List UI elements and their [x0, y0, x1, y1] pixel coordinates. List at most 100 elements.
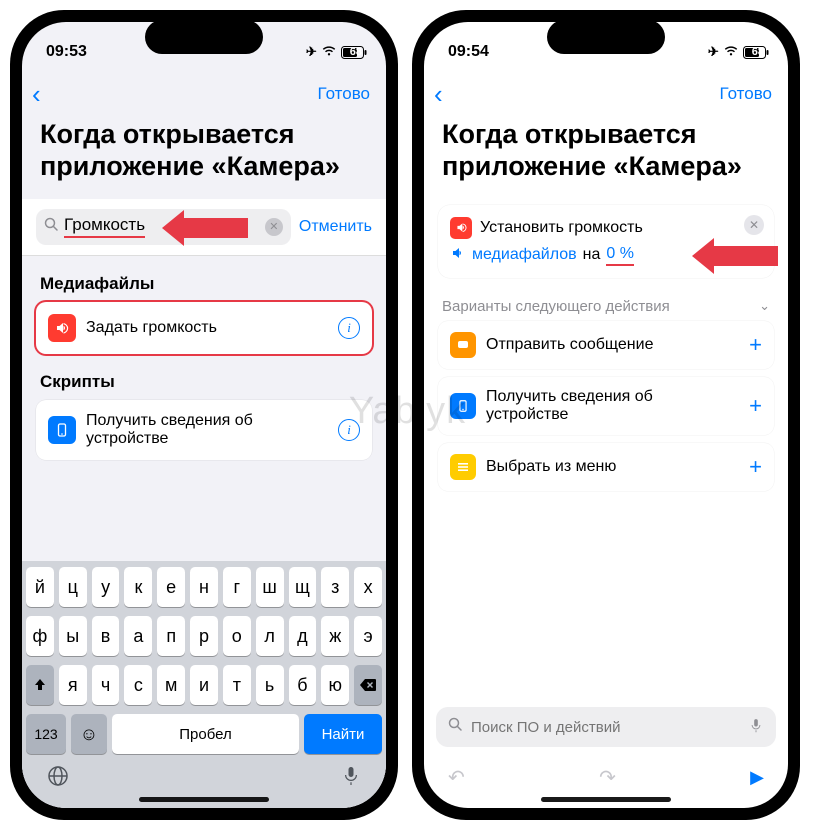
device-icon [48, 416, 76, 444]
key-п[interactable]: п [157, 616, 185, 656]
suggestions-list: Отправить сообщение + Получить сведения … [424, 321, 788, 491]
key-shift[interactable] [26, 665, 54, 705]
key-к[interactable]: к [124, 567, 152, 607]
search-icon [44, 217, 59, 237]
key-ш[interactable]: ш [256, 567, 284, 607]
key-г[interactable]: г [223, 567, 251, 607]
phone-left: 09:53 ✈︎ 68 ‹ Готово Когда открывается п… [10, 10, 398, 820]
undo-icon[interactable]: ↶ [448, 765, 465, 790]
suggestion-label: Выбрать из меню [486, 458, 739, 476]
phone-right: 09:54 ✈︎ 68 ‹ Готово Когда открывается п… [412, 10, 800, 820]
add-icon[interactable]: + [749, 454, 762, 480]
back-button[interactable]: ‹ [32, 79, 41, 110]
key-х[interactable]: х [354, 567, 382, 607]
keyboard[interactable]: йцукенгшщзх фывапролджэ ячсмитьбю 123 ☺ … [22, 561, 386, 808]
key-т[interactable]: т [223, 665, 251, 705]
key-р[interactable]: р [190, 616, 218, 656]
suggestion-send-message[interactable]: Отправить сообщение + [438, 321, 774, 369]
suggestion-device-info[interactable]: Получить сведения об устройстве + [438, 377, 774, 435]
key-з[interactable]: з [321, 567, 349, 607]
title-area: Когда открывается приложение «Камера» [22, 114, 386, 199]
device-info-action[interactable]: Получить сведения об устройстве i [36, 400, 372, 460]
key-о[interactable]: о [223, 616, 251, 656]
key-space[interactable]: Пробел [112, 714, 299, 754]
suggestion-menu[interactable]: Выбрать из меню + [438, 443, 774, 491]
status-indicators: ✈︎ 68 [708, 44, 764, 60]
key-ж[interactable]: ж [321, 616, 349, 656]
add-icon[interactable]: + [749, 332, 762, 358]
cancel-button[interactable]: Отменить [299, 218, 372, 236]
workflow-media-param[interactable]: медиафайлов [472, 246, 577, 264]
battery-icon: 68 [341, 46, 362, 59]
status-indicators: ✈︎ 68 [306, 44, 362, 60]
key-backspace[interactable] [354, 665, 382, 705]
key-э[interactable]: э [354, 616, 382, 656]
key-б[interactable]: б [289, 665, 317, 705]
suggestions-header[interactable]: Варианты следующего действия ⌄ [424, 288, 788, 321]
media-section-label: Медиафайлы [36, 264, 372, 302]
done-button[interactable]: Готово [318, 84, 371, 104]
info-icon[interactable]: i [338, 419, 360, 441]
workflow-action-name: Установить громкость [480, 219, 643, 237]
bottom-search[interactable] [436, 707, 776, 747]
workflow-value[interactable]: 0 % [606, 245, 634, 266]
key-ф[interactable]: ф [26, 616, 54, 656]
status-time: 09:53 [46, 43, 87, 61]
done-button[interactable]: Готово [720, 84, 773, 104]
key-и[interactable]: и [190, 665, 218, 705]
redo-icon[interactable]: ↷ [599, 765, 616, 790]
key-в[interactable]: в [92, 616, 120, 656]
back-button[interactable]: ‹ [434, 79, 443, 110]
notch [145, 20, 263, 54]
home-indicator[interactable] [541, 797, 671, 802]
key-ч[interactable]: ч [92, 665, 120, 705]
key-д[interactable]: д [289, 616, 317, 656]
wifi-icon [321, 45, 337, 60]
workflow-on: на [583, 246, 601, 264]
mic-icon[interactable] [340, 764, 362, 794]
set-volume-label: Задать громкость [86, 319, 328, 337]
mic-icon[interactable] [748, 717, 764, 738]
key-л[interactable]: л [256, 616, 284, 656]
airplane-icon: ✈︎ [708, 44, 719, 60]
suggestion-label: Получить сведения об устройстве [486, 388, 739, 424]
screen-left: 09:53 ✈︎ 68 ‹ Готово Когда открывается п… [22, 22, 386, 808]
search-value: Громкость [64, 215, 145, 238]
key-ц[interactable]: ц [59, 567, 87, 607]
remove-action-icon[interactable]: ✕ [744, 215, 764, 235]
add-icon[interactable]: + [749, 393, 762, 419]
key-ю[interactable]: ю [321, 665, 349, 705]
globe-icon[interactable] [46, 764, 70, 794]
play-button[interactable]: ▶ [750, 767, 764, 788]
set-volume-action[interactable]: Задать громкость i [36, 302, 372, 354]
title-area: Когда открывается приложение «Камера» [424, 114, 788, 199]
workflow-action-card[interactable]: ✕ Установить громкость медиафайлов на 0 … [438, 205, 774, 278]
page-title: Когда открывается приложение «Камера» [442, 118, 770, 183]
home-indicator[interactable] [139, 797, 269, 802]
screen-right: 09:54 ✈︎ 68 ‹ Готово Когда открывается п… [424, 22, 788, 808]
key-а[interactable]: а [124, 616, 152, 656]
key-н[interactable]: н [190, 567, 218, 607]
search-input[interactable] [471, 719, 740, 736]
volume-icon [450, 217, 472, 239]
key-ы[interactable]: ы [59, 616, 87, 656]
key-щ[interactable]: щ [289, 567, 317, 607]
annotation-arrow [692, 241, 778, 271]
clear-icon[interactable]: ✕ [265, 218, 283, 236]
key-я[interactable]: я [59, 665, 87, 705]
message-icon [450, 332, 476, 358]
key-е[interactable]: е [157, 567, 185, 607]
scripts-section-label: Скрипты [36, 362, 372, 400]
device-icon [450, 393, 476, 419]
key-123[interactable]: 123 [26, 714, 66, 754]
key-м[interactable]: м [157, 665, 185, 705]
content: Громкость ✕ Отменить Медиафайлы Задать г… [22, 199, 386, 808]
key-й[interactable]: й [26, 567, 54, 607]
key-search[interactable]: Найти [304, 714, 382, 754]
key-у[interactable]: у [92, 567, 120, 607]
key-ь[interactable]: ь [256, 665, 284, 705]
key-emoji[interactable]: ☺ [71, 714, 107, 754]
key-с[interactable]: с [124, 665, 152, 705]
info-icon[interactable]: i [338, 317, 360, 339]
suggestions-label: Варианты следующего действия [442, 298, 670, 315]
